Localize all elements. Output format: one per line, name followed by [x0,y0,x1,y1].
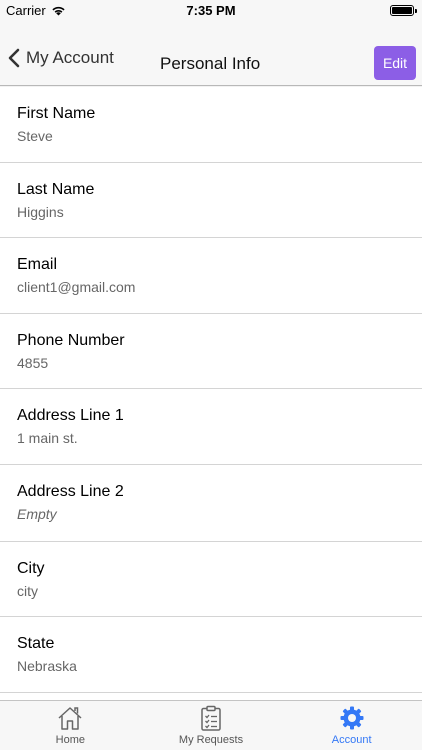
field-value: city [17,582,38,599]
field-value: 1 main st. [17,430,78,446]
field-city: City city [0,542,422,617]
clipboard-icon [201,705,221,731]
back-label: My Account [26,48,114,67]
navigation-bar: My Account Personal Info Edit [0,22,422,86]
field-label: State [17,635,55,652]
gear-icon [340,706,364,730]
tab-label: Account [331,734,372,746]
field-label: Last Name [17,180,95,198]
home-icon [58,707,82,730]
field-last-name: Last Name Higgins [0,163,422,238]
field-value: Higgins [17,203,64,220]
tab-account[interactable]: Account [281,701,422,750]
field-label: City [17,559,45,577]
field-address-line-1: Address Line 1 1 main st. [0,389,422,465]
page-title: Personal Info [160,54,261,73]
field-value: Nebraska [17,658,77,674]
back-button[interactable]: My Account [8,48,114,68]
field-address-line-2: Address Line 2 Empty [0,465,422,542]
tab-my-requests[interactable]: My Requests [141,701,282,750]
field-label: Address Line 2 [17,482,124,500]
field-value: Steve [17,128,53,144]
field-label: First Name [17,105,96,122]
personal-info-list: First Name Steve Last Name Higgins Email… [0,87,422,700]
tab-bar: Home My Requests Account [0,700,422,750]
status-bar: Carrier 7:35 PM [0,0,422,22]
status-time: 7:35 PM [186,3,236,18]
tab-label: My Requests [178,734,244,746]
field-label: Phone Number [17,331,125,349]
field-label: Email [17,256,58,273]
field-value: client1@gmail.com [17,279,136,295]
field-value-empty: Empty [17,505,57,522]
field-first-name: First Name Steve [0,87,422,163]
field-phone-number: Phone Number 4855 [0,314,422,389]
edit-button[interactable]: Edit [374,46,416,80]
field-state: State Nebraska [0,617,422,693]
tab-home[interactable]: Home [0,701,141,750]
field-label: Address Line 1 [17,407,124,424]
battery-icon [390,5,417,16]
field-value: 4855 [17,354,49,371]
field-email: Email client1@gmail.com [0,238,422,314]
tab-label: Home [55,734,85,746]
chevron-left-icon [8,48,20,68]
